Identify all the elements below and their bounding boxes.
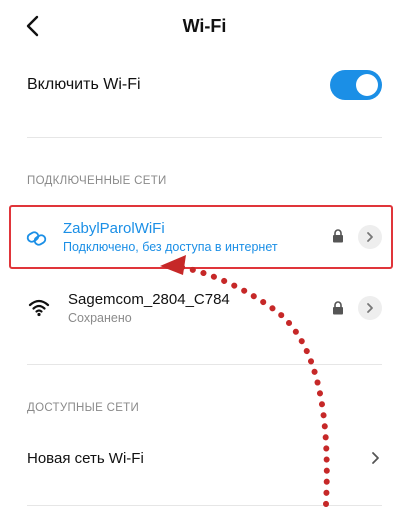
network-item-sagemcom[interactable]: Sagemcom_2804_C784 Сохранено bbox=[10, 276, 395, 340]
highlight-box bbox=[9, 205, 393, 269]
page-title: Wi-Fi bbox=[182, 16, 227, 36]
network-status: Сохранено bbox=[68, 311, 132, 325]
lock-icon bbox=[332, 301, 344, 315]
wifi-signal-icon bbox=[28, 296, 50, 318]
connected-networks-header: ПОДКЛЮЧЕННЫЕ СЕТИ bbox=[27, 175, 167, 187]
wifi-toggle-label: Включить Wi-Fi bbox=[27, 76, 141, 93]
network-details-button[interactable] bbox=[358, 296, 382, 320]
new-network-label: Новая сеть Wi-Fi bbox=[27, 450, 144, 467]
toggle-knob bbox=[356, 74, 378, 96]
divider bbox=[27, 364, 382, 365]
divider bbox=[27, 505, 382, 506]
chevron-right-icon bbox=[367, 303, 373, 313]
available-networks-header: ДОСТУПНЫЕ СЕТИ bbox=[27, 402, 140, 414]
network-name: Sagemcom_2804_C784 bbox=[68, 291, 230, 308]
wifi-toggle[interactable] bbox=[330, 70, 382, 100]
chevron-right-icon bbox=[370, 451, 380, 470]
divider bbox=[27, 137, 382, 138]
